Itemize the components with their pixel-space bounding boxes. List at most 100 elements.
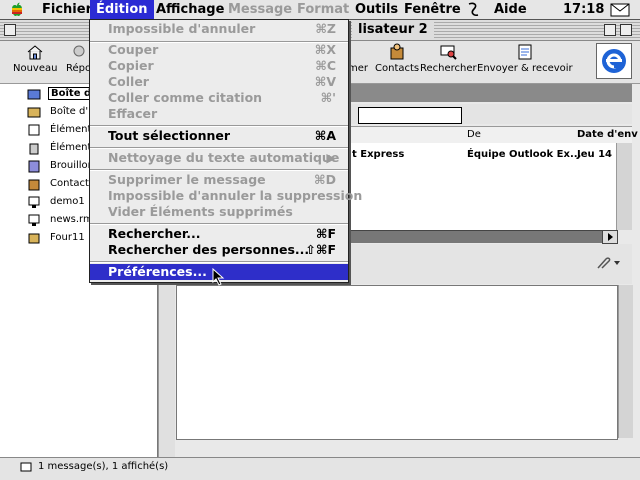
menu-item-shortcut: ⇧⌘F <box>305 242 336 257</box>
deleted-items-icon <box>29 143 39 155</box>
scroll-right-arrow-icon[interactable] <box>602 230 618 244</box>
menu-fichier[interactable]: Fichier <box>36 0 98 19</box>
menu-item-paste-as-quote[interactable]: Coller comme citation ⌘' <box>90 90 348 106</box>
menu-item-shortcut: ⌘X <box>314 42 336 57</box>
new-button[interactable]: Nouveau <box>13 43 57 74</box>
folder-label: news.rm <box>50 214 93 225</box>
message-from: Équipe Outlook Ex... <box>467 149 582 160</box>
send-receive-button-label: Envoyer & recevoir <box>477 63 573 74</box>
menu-item-shortcut: ⌘A <box>314 128 336 143</box>
menu-item-label: Vider Éléments supprimés <box>108 204 293 219</box>
edition-menu: Impossible d'annuler ⌘Z Couper ⌘X Copier… <box>89 19 362 283</box>
menu-item-label: Supprimer le message <box>108 172 266 187</box>
menu-item-label: Impossible d'annuler la suppression <box>108 188 363 203</box>
contacts-button[interactable]: Contacts <box>375 43 419 74</box>
menubar-clock: 17:18 <box>563 2 605 17</box>
message-subject: t Express <box>352 149 405 160</box>
send-partial-button[interactable]: mer <box>348 43 368 74</box>
menu-format[interactable]: Format <box>291 0 355 19</box>
menu-item-copy[interactable]: Copier ⌘C <box>90 58 348 74</box>
send-receive-button[interactable]: Envoyer & recevoir <box>477 43 573 74</box>
menu-message[interactable]: Message <box>222 0 298 19</box>
reply-icon <box>73 45 85 57</box>
window-title: lisateur 2 <box>352 21 434 39</box>
house-icon <box>27 45 43 60</box>
folder-label: demo1 <box>50 196 85 207</box>
search-input[interactable] <box>358 107 462 124</box>
contacts-folder-icon <box>28 179 40 191</box>
apple-menu-icon[interactable] <box>10 2 24 17</box>
send-partial-label: mer <box>348 63 369 74</box>
menu-affichage[interactable]: Affichage <box>150 0 230 19</box>
news-server-icon <box>28 214 40 226</box>
new-button-label: Nouveau <box>13 63 58 74</box>
menu-item-shortcut: ⌘Z <box>315 21 336 36</box>
menu-item-undo[interactable]: Impossible d'annuler ⌘Z <box>90 21 348 37</box>
application-menu-icon[interactable] <box>610 2 632 17</box>
directory-icon <box>28 233 40 244</box>
menu-item-label: Copier <box>108 58 154 73</box>
menu-item-label: Rechercher... <box>108 226 201 241</box>
folder-label: Boîte d <box>48 87 95 100</box>
contacts-icon <box>390 43 404 60</box>
zoom-box-icon[interactable] <box>604 24 616 36</box>
menu-item-delete-message[interactable]: Supprimer le message ⌘D <box>90 172 348 188</box>
menu-item-label: Couper <box>108 42 159 57</box>
preview-vertical-scrollbar[interactable] <box>618 285 633 438</box>
status-bar: 1 message(s), 1 affiché(s) <box>0 457 640 480</box>
reply-button[interactable]: Répo <box>66 43 91 74</box>
inbox-icon <box>27 89 41 100</box>
menu-item-cut[interactable]: Couper ⌘X <box>90 42 348 58</box>
menu-item-label: Tout sélectionner <box>108 128 231 143</box>
ie-logo-icon <box>602 49 626 73</box>
submenu-arrow-icon: ▶ <box>326 150 336 165</box>
message-date: Jeu 14 <box>577 149 613 160</box>
menu-item-undelete[interactable]: Impossible d'annuler la suppression <box>90 188 362 204</box>
folder-label: Contacts <box>50 178 95 189</box>
menu-item-shortcut: ⌘D <box>314 172 336 187</box>
internet-explorer-logo[interactable] <box>596 43 632 79</box>
attachment-icon[interactable] <box>594 256 622 270</box>
close-box-icon[interactable] <box>4 24 16 36</box>
menu-item-clear[interactable]: Effacer <box>90 106 348 122</box>
message-list-vertical-scrollbar[interactable] <box>616 143 632 230</box>
menu-item-paste[interactable]: Coller ⌘V <box>90 74 348 90</box>
menu-item-find[interactable]: Rechercher... ⌘F <box>90 226 348 242</box>
menu-item-label: Coller <box>108 74 149 89</box>
column-date[interactable]: Date d'env <box>577 129 638 140</box>
mail-server-icon <box>28 196 40 208</box>
menu-separator <box>90 125 348 127</box>
search-button-label: Rechercher <box>420 63 477 74</box>
menu-separator <box>90 261 348 263</box>
search-icon <box>440 45 458 60</box>
script-menu-icon[interactable] <box>466 2 480 17</box>
collapse-box-icon[interactable] <box>620 24 632 36</box>
message-preview-pane[interactable] <box>176 285 618 440</box>
menu-separator <box>90 147 348 149</box>
contacts-button-label: Contacts <box>375 63 420 74</box>
status-monitor-icon <box>20 462 32 472</box>
menu-item-empty-deleted[interactable]: Vider Éléments supprimés <box>90 204 348 220</box>
menu-item-label: Impossible d'annuler <box>108 21 256 36</box>
menu-separator <box>90 223 348 225</box>
mouse-cursor-icon <box>212 268 225 286</box>
menu-edition[interactable]: Édition <box>90 0 154 19</box>
menu-item-auto-text-cleanup[interactable]: Nettoyage du texte automatique ▶ <box>90 150 348 166</box>
folder-label: Boîte d' <box>50 106 89 117</box>
folder-label: Brouillon <box>50 160 94 171</box>
menu-item-label: Rechercher des personnes... <box>108 242 310 257</box>
menu-item-find-people[interactable]: Rechercher des personnes... ⇧⌘F <box>90 242 348 258</box>
folder-label: Four11 <box>50 232 85 243</box>
search-button[interactable]: Rechercher <box>420 43 477 74</box>
outbox-icon <box>27 107 41 118</box>
menu-item-shortcut: ⌘V <box>314 74 336 89</box>
status-text: 1 message(s), 1 affiché(s) <box>38 461 169 472</box>
menu-item-label: Coller comme citation <box>108 90 263 105</box>
menu-aide[interactable]: Aide <box>488 0 533 19</box>
menu-item-label: Nettoyage du texte automatique <box>108 150 340 165</box>
menu-fenetre[interactable]: Fenêtre <box>398 0 467 19</box>
menu-separator <box>90 169 348 171</box>
column-from[interactable]: De <box>467 129 481 140</box>
menu-item-select-all[interactable]: Tout sélectionner ⌘A <box>90 128 348 144</box>
menu-outils[interactable]: Outils <box>349 0 404 19</box>
